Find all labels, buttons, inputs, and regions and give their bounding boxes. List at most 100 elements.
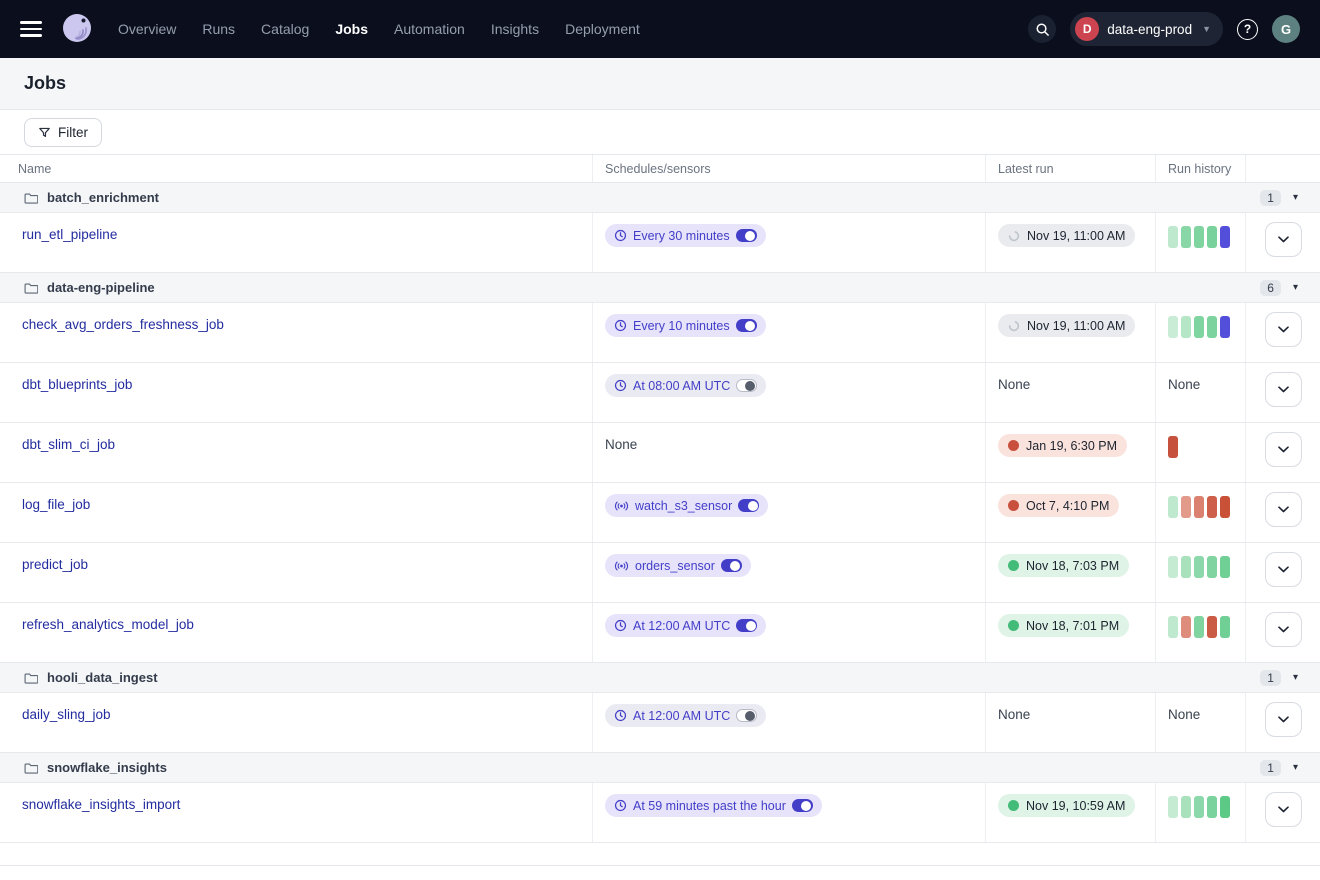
schedule-toggle[interactable] [792, 799, 813, 812]
schedule-toggle[interactable] [736, 709, 757, 722]
menu-icon[interactable] [20, 21, 42, 37]
group-name: data-eng-pipeline [47, 280, 155, 295]
job-row-run-etl-pipeline: run_etl_pipeline Every 30 minutes Nov 19… [0, 213, 1320, 273]
sensor-toggle[interactable] [721, 559, 742, 572]
sensor-chip[interactable]: watch_s3_sensor [605, 494, 768, 517]
job-link[interactable]: snowflake_insights_import [22, 797, 180, 812]
job-link[interactable]: predict_job [22, 557, 88, 572]
sensor-toggle[interactable] [738, 499, 759, 512]
clock-icon [614, 229, 627, 242]
latest-run-chip[interactable]: Nov 18, 7:01 PM [998, 614, 1129, 637]
help-button[interactable]: ? [1237, 19, 1258, 40]
jobs-table: Name Schedules/sensors Latest run Run hi… [0, 154, 1320, 866]
nav-item-automation[interactable]: Automation [394, 21, 465, 37]
schedule-toggle[interactable] [736, 619, 757, 632]
job-link[interactable]: refresh_analytics_model_job [22, 617, 194, 632]
run-history-none: None [1168, 704, 1200, 722]
collapse-caret-icon[interactable]: ▾ [1293, 762, 1298, 773]
latest-run-chip[interactable]: Nov 18, 7:03 PM [998, 554, 1129, 577]
help-icon: ? [1244, 22, 1251, 36]
collapse-caret-icon[interactable]: ▾ [1293, 672, 1298, 683]
top-nav: Overview Runs Catalog Jobs Automation In… [0, 0, 1320, 58]
group-row-hooli-data-ingest[interactable]: hooli_data_ingest 1 ▾ [0, 663, 1320, 693]
run-history-bars[interactable] [1168, 494, 1233, 518]
latest-run-chip[interactable]: Nov 19, 11:00 AM [998, 314, 1135, 337]
run-history-bars[interactable] [1168, 224, 1233, 248]
run-history-bars[interactable] [1168, 614, 1233, 638]
nav-items: Overview Runs Catalog Jobs Automation In… [118, 21, 640, 37]
nav-item-runs[interactable]: Runs [202, 21, 235, 37]
job-link[interactable]: daily_sling_job [22, 707, 111, 722]
clock-icon [614, 319, 627, 332]
collapse-caret-icon[interactable]: ▾ [1293, 282, 1298, 293]
filter-label: Filter [58, 125, 88, 140]
expand-row-button[interactable] [1265, 492, 1302, 527]
job-link[interactable]: run_etl_pipeline [22, 227, 117, 242]
latest-run-chip[interactable]: Jan 19, 6:30 PM [998, 434, 1127, 457]
schedule-chip[interactable]: At 12:00 AM UTC [605, 614, 766, 637]
dagster-logo-icon[interactable] [58, 10, 96, 48]
run-history-bars[interactable] [1168, 794, 1233, 818]
run-history-bars[interactable] [1168, 434, 1233, 458]
schedule-chip[interactable]: At 12:00 AM UTC [605, 704, 766, 727]
nav-item-deployment[interactable]: Deployment [565, 21, 640, 37]
expand-row-button[interactable] [1265, 432, 1302, 467]
expand-row-button[interactable] [1265, 372, 1302, 407]
schedule-toggle[interactable] [736, 319, 757, 332]
schedule-toggle[interactable] [736, 379, 757, 392]
clock-icon [614, 379, 627, 392]
expand-row-button[interactable] [1265, 222, 1302, 257]
job-link[interactable]: dbt_slim_ci_job [22, 437, 115, 452]
chevron-down-icon: ▼ [1202, 24, 1211, 34]
group-row-snowflake-insights[interactable]: snowflake_insights 1 ▾ [0, 753, 1320, 783]
job-link[interactable]: log_file_job [22, 497, 90, 512]
search-button[interactable] [1028, 15, 1056, 43]
latest-run-chip[interactable]: Nov 19, 10:59 AM [998, 794, 1135, 817]
collapse-caret-icon[interactable]: ▾ [1293, 192, 1298, 203]
nav-item-catalog[interactable]: Catalog [261, 21, 309, 37]
latest-run-chip[interactable]: Oct 7, 4:10 PM [998, 494, 1119, 517]
expand-row-button[interactable] [1265, 702, 1302, 737]
latest-run-none: None [998, 704, 1030, 722]
folder-icon [24, 192, 38, 204]
job-link[interactable]: check_avg_orders_freshness_job [22, 317, 224, 332]
filter-button[interactable]: Filter [24, 118, 102, 147]
schedule-chip[interactable]: Every 10 minutes [605, 314, 766, 337]
page-title: Jobs [24, 73, 66, 94]
group-name: snowflake_insights [47, 760, 167, 775]
success-dot-icon [1008, 800, 1019, 811]
filter-bar: Filter [0, 110, 1320, 154]
job-row-daily-sling: daily_sling_job At 12:00 AM UTC None Non… [0, 693, 1320, 753]
expand-row-button[interactable] [1265, 792, 1302, 827]
schedule-none: None [605, 434, 637, 452]
schedule-chip[interactable]: At 08:00 AM UTC [605, 374, 766, 397]
folder-icon [24, 282, 38, 294]
deployment-initial-badge: D [1075, 17, 1099, 41]
run-history-bars[interactable] [1168, 314, 1233, 338]
latest-run-chip[interactable]: Nov 19, 11:00 AM [998, 224, 1135, 247]
expand-row-button[interactable] [1265, 312, 1302, 347]
run-history-bars[interactable] [1168, 554, 1233, 578]
nav-item-jobs[interactable]: Jobs [335, 21, 368, 37]
column-header-run-history: Run history [1155, 155, 1245, 182]
schedule-toggle[interactable] [736, 229, 757, 242]
group-row-data-eng-pipeline[interactable]: data-eng-pipeline 6 ▾ [0, 273, 1320, 303]
latest-run-none: None [998, 374, 1030, 392]
expand-row-button[interactable] [1265, 612, 1302, 647]
group-count-badge: 1 [1260, 760, 1281, 776]
group-row-batch-enrichment[interactable]: batch_enrichment 1 ▾ [0, 183, 1320, 213]
job-link[interactable]: dbt_blueprints_job [22, 377, 132, 392]
nav-item-overview[interactable]: Overview [118, 21, 176, 37]
column-header-schedules: Schedules/sensors [592, 155, 985, 182]
clock-icon [614, 799, 627, 812]
avatar[interactable]: G [1272, 15, 1300, 43]
column-header-latest-run: Latest run [985, 155, 1155, 182]
nav-item-insights[interactable]: Insights [491, 21, 539, 37]
deployment-switcher[interactable]: D data-eng-prod ▼ [1070, 12, 1223, 46]
expand-row-button[interactable] [1265, 552, 1302, 587]
filter-icon [38, 126, 51, 139]
schedule-chip[interactable]: Every 30 minutes [605, 224, 766, 247]
sensor-chip[interactable]: orders_sensor [605, 554, 751, 577]
schedule-chip[interactable]: At 59 minutes past the hour [605, 794, 822, 817]
success-dot-icon [1008, 620, 1019, 631]
